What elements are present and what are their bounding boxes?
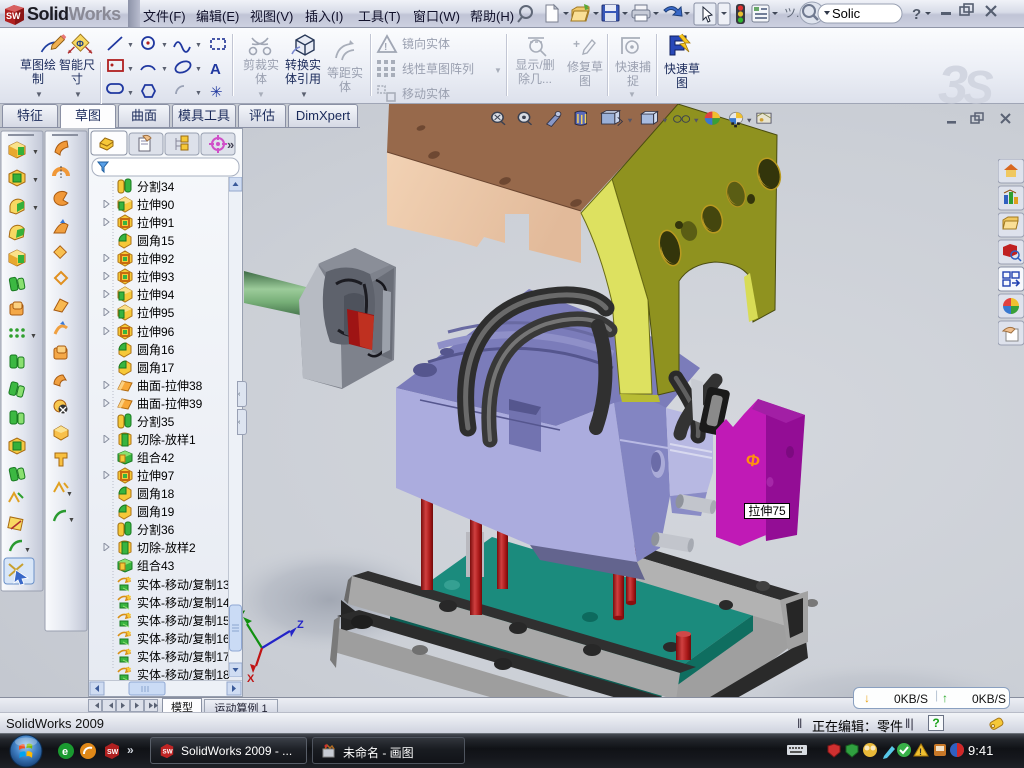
svg-text:▼: ▼ bbox=[692, 117, 699, 124]
svg-text:▼: ▼ bbox=[32, 177, 39, 184]
svg-text:X: X bbox=[247, 673, 255, 685]
svg-text:▼: ▼ bbox=[161, 66, 168, 73]
svg-text:▼: ▼ bbox=[626, 117, 633, 124]
svg-text:▼: ▼ bbox=[30, 333, 37, 340]
svg-text:▼: ▼ bbox=[661, 117, 668, 124]
svg-text:▼: ▼ bbox=[66, 491, 73, 498]
svg-text:?: ? bbox=[912, 6, 921, 23]
svg-text:▼: ▼ bbox=[32, 205, 39, 212]
svg-text:e: e bbox=[62, 746, 68, 758]
svg-text:▼: ▼ bbox=[24, 547, 31, 554]
svg-text:A: A bbox=[210, 61, 221, 78]
svg-text:▼: ▼ bbox=[68, 517, 75, 524]
svg-text:▼: ▼ bbox=[127, 90, 134, 97]
svg-text:▼: ▼ bbox=[161, 42, 168, 49]
svg-text:▼: ▼ bbox=[195, 90, 202, 97]
svg-text:✳: ✳ bbox=[210, 84, 223, 101]
svg-text:Solic: Solic bbox=[832, 6, 861, 21]
svg-text:▼: ▼ bbox=[195, 66, 202, 73]
svg-text:!: ! bbox=[384, 42, 387, 53]
svg-text:Z: Z bbox=[297, 619, 304, 631]
svg-text:»: » bbox=[227, 137, 234, 152]
svg-text:Φ: Φ bbox=[745, 450, 762, 471]
svg-text:Φ: Φ bbox=[76, 39, 84, 49]
svg-text:SW: SW bbox=[163, 749, 173, 756]
svg-text:SW: SW bbox=[6, 11, 21, 21]
svg-text:!: ! bbox=[919, 747, 922, 757]
svg-text:▼: ▼ bbox=[127, 66, 134, 73]
svg-text:▼: ▼ bbox=[32, 149, 39, 156]
svg-text:▼: ▼ bbox=[745, 117, 752, 124]
svg-text:»: » bbox=[127, 743, 134, 757]
svg-text:▼: ▼ bbox=[195, 42, 202, 49]
svg-text:SW: SW bbox=[107, 749, 119, 756]
svg-text:▼: ▼ bbox=[127, 42, 134, 49]
svg-text:+: + bbox=[573, 37, 580, 51]
